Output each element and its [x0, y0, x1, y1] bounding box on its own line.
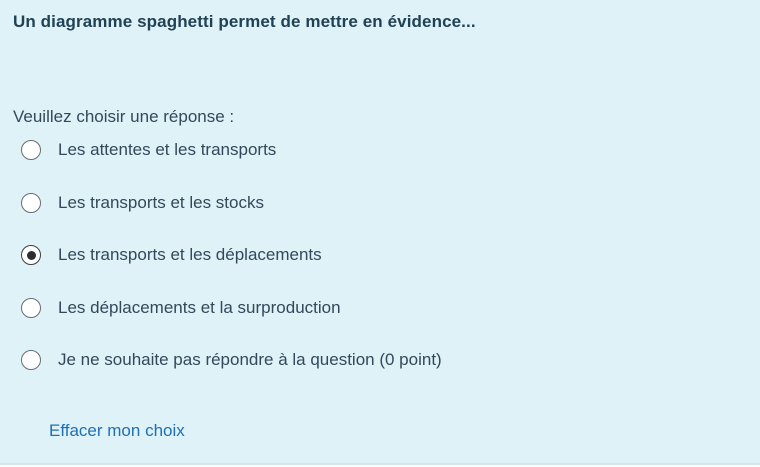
answer-label-4: Les déplacements et la surproduction	[58, 297, 341, 317]
answer-label-3: Les transports et les déplacements	[58, 245, 322, 264]
answer-list: Les attentes et les transports Les trans…	[21, 139, 442, 402]
radio-button-1[interactable]	[21, 140, 41, 160]
radio-button-5[interactable]	[21, 350, 41, 370]
answer-label-2: Les transports et les stocks	[58, 192, 264, 212]
clear-choice-link[interactable]: Effacer mon choix	[49, 421, 185, 441]
radio-button-4[interactable]	[21, 297, 41, 318]
answer-label-1: Les attentes et les transports	[58, 140, 277, 159]
answer-prompt: Veuillez choisir une réponse :	[13, 107, 235, 126]
answer-label-5: Je ne souhaite pas répondre à la questio…	[58, 350, 442, 369]
answer-option-5[interactable]: Je ne souhaite pas répondre à la questio…	[21, 349, 442, 371]
answer-option-3[interactable]: Les transports et les déplacements	[21, 244, 442, 266]
radio-button-2[interactable]	[21, 192, 41, 213]
answer-option-4[interactable]: Les déplacements et la surproduction	[21, 297, 442, 319]
answer-option-2[interactable]: Les transports et les stocks	[21, 192, 442, 214]
question-panel: Un diagramme spaghetti permet de mettre …	[0, 0, 760, 465]
answer-option-1[interactable]: Les attentes et les transports	[21, 139, 442, 161]
radio-button-3[interactable]	[21, 245, 41, 265]
question-text: Un diagramme spaghetti permet de mettre …	[13, 12, 476, 31]
